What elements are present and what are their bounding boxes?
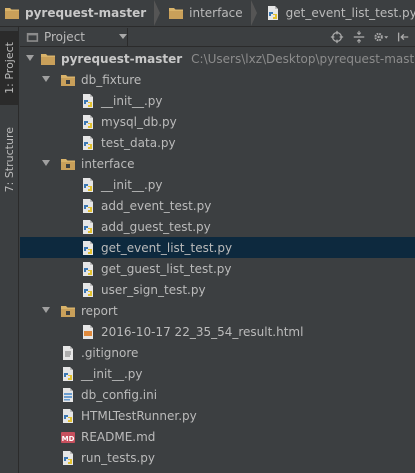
collapse-all-icon <box>353 30 365 44</box>
tree-file-label: __init__.py <box>81 366 143 381</box>
tab-structure[interactable]: 7: Structure <box>0 115 19 205</box>
tree-file[interactable]: user_sign_test.py <box>20 279 415 300</box>
project-icon <box>26 32 39 42</box>
tree-file-label: user_sign_test.py <box>101 282 206 297</box>
package-folder-icon <box>60 72 76 88</box>
locate-icon <box>330 30 344 44</box>
breadcrumb-item-pyrequest-master[interactable]: pyrequest-master <box>0 0 164 27</box>
tree-folder-db-fixture[interactable]: db_fixture <box>20 69 415 90</box>
python-file-icon <box>80 198 96 214</box>
project-toolbar: Project <box>20 27 415 47</box>
tree-file-label: add_guest_test.py <box>101 219 211 234</box>
tree-node-label: interface <box>81 156 135 171</box>
expand-arrow-icon[interactable] <box>26 55 34 61</box>
python-file-icon <box>60 408 76 424</box>
python-file-icon <box>80 219 96 235</box>
tree-file[interactable]: test_data.py <box>20 132 415 153</box>
python-file-icon <box>60 366 76 382</box>
breadcrumb-item-interface[interactable]: interface <box>164 0 261 27</box>
folder-icon <box>4 5 20 21</box>
tree-file[interactable]: .gitignore <box>20 342 415 363</box>
breadcrumb-label: get_event_list_test.py <box>285 6 415 20</box>
python-file-icon <box>265 5 281 21</box>
expand-arrow-icon[interactable] <box>42 160 50 166</box>
ini-file-icon <box>60 387 76 403</box>
tree-node-label: pyrequest-master <box>61 51 183 66</box>
breadcrumb-label: pyrequest-master <box>25 6 147 20</box>
tool-window-strip: 1: Project 7: Structure <box>0 27 19 473</box>
tree-folder-report[interactable]: report <box>20 300 415 321</box>
breadcrumb: pyrequest-master interface get_event_lis… <box>0 0 415 27</box>
project-view-label: Project <box>43 29 85 44</box>
tree-file[interactable]: __init__.py <box>20 174 415 195</box>
tree-file-label: __init__.py <box>101 177 163 192</box>
python-file-icon <box>80 261 96 277</box>
expand-arrow-icon[interactable] <box>42 76 50 82</box>
project-view-selector[interactable]: Project <box>20 27 128 46</box>
tree-file-label: get_event_list_test.py <box>101 240 233 255</box>
tree-file-label: HTMLTestRunner.py <box>81 408 197 423</box>
tree-file[interactable]: get_guest_list_test.py <box>20 258 415 279</box>
tree-file-label: run_tests.py <box>81 450 155 465</box>
tree-file[interactable]: mysql_db.py <box>20 111 415 132</box>
breadcrumb-separator <box>154 0 161 26</box>
tree-file-label: test_data.py <box>101 135 176 150</box>
tree-file-label: .gitignore <box>81 345 139 360</box>
chevron-down-icon <box>119 34 127 39</box>
tree-file[interactable]: __init__.py <box>20 90 415 111</box>
hide-button[interactable] <box>395 29 411 45</box>
tab-project-label: 1: Project <box>3 42 16 94</box>
python-file-icon <box>60 450 76 466</box>
folder-icon <box>40 51 56 67</box>
tree-file[interactable]: add_event_test.py <box>20 195 415 216</box>
settings-button[interactable] <box>373 29 389 45</box>
python-file-icon <box>80 177 96 193</box>
folder-icon <box>168 5 184 21</box>
breadcrumb-separator <box>250 0 257 26</box>
python-file-icon <box>80 282 96 298</box>
tree-file-label: 2016-10-17 22_35_54_result.html <box>101 324 304 339</box>
collapse-all-button[interactable] <box>351 29 367 45</box>
breadcrumb-item-current-file[interactable]: get_event_list_test.py <box>261 0 415 27</box>
tree-file-label: mysql_db.py <box>101 114 177 129</box>
tree-file[interactable]: README.md <box>20 426 415 447</box>
python-file-icon <box>80 114 96 130</box>
breadcrumb-label: interface <box>189 6 243 20</box>
tree-file-label: get_guest_list_test.py <box>101 261 232 276</box>
tree-file-label: README.md <box>81 429 156 444</box>
tree-file[interactable]: db_config.ini <box>20 384 415 405</box>
tree-folder-interface[interactable]: interface <box>20 153 415 174</box>
tree-node-path: C:\Users\lxz\Desktop\pyrequest-master <box>191 51 415 66</box>
package-folder-icon <box>60 156 76 172</box>
python-file-icon <box>80 240 96 256</box>
tree-node-label: report <box>81 303 118 318</box>
tree-file-label: db_config.ini <box>81 387 158 402</box>
tree-file[interactable]: add_guest_test.py <box>20 216 415 237</box>
html-file-icon <box>80 324 96 340</box>
package-folder-icon <box>60 303 76 319</box>
tab-structure-label: 7: Structure <box>3 127 16 193</box>
tree-file[interactable]: run_tests.py <box>20 447 415 468</box>
locate-button[interactable] <box>329 29 345 45</box>
tab-project[interactable]: 1: Project <box>0 31 19 105</box>
expand-arrow-icon[interactable] <box>42 307 50 313</box>
hide-icon <box>397 32 409 42</box>
tree-node-root[interactable]: pyrequest-master C:\Users\lxz\Desktop\py… <box>20 48 415 69</box>
settings-icon <box>374 32 389 42</box>
tree-file[interactable]: __init__.py <box>20 363 415 384</box>
text-file-icon <box>60 345 76 361</box>
markdown-file-icon <box>60 429 76 445</box>
tree-file-label: __init__.py <box>101 93 163 108</box>
tree-file-label: add_event_test.py <box>101 198 212 213</box>
tree-file[interactable]: 2016-10-17 22_35_54_result.html <box>20 321 415 342</box>
python-file-icon <box>80 135 96 151</box>
tree-file-selected[interactable]: get_event_list_test.py <box>20 237 415 258</box>
tree-file[interactable]: HTMLTestRunner.py <box>20 405 415 426</box>
python-file-icon <box>80 93 96 109</box>
tree-node-label: db_fixture <box>81 72 142 87</box>
